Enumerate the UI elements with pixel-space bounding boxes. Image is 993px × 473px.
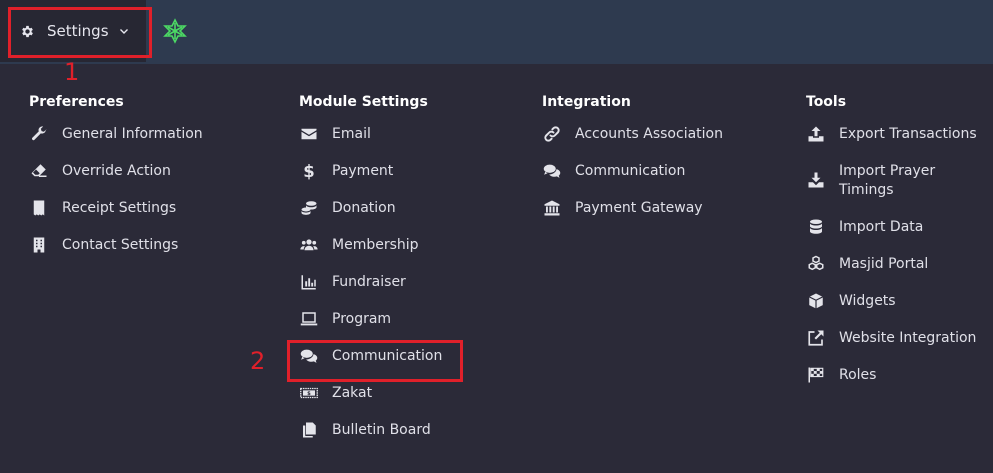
cubes-icon [808, 255, 824, 271]
link-icon [544, 126, 560, 142]
menu-item-website-integration[interactable]: Website Integration [806, 329, 977, 366]
menu-item-label: Membership [332, 237, 419, 253]
menu-item-label: Payment [332, 163, 394, 179]
menu-item-communication[interactable]: Communication [299, 347, 442, 384]
comments-icon [543, 164, 561, 178]
menu-item-masjid-portal[interactable]: Masjid Portal [806, 255, 977, 292]
column-title: Tools [806, 94, 847, 110]
column-title: Integration [542, 94, 631, 110]
bank-icon [544, 200, 560, 216]
column-tools: Tools Export Transactions Import Prayer … [806, 89, 977, 403]
menu-item-fundraiser[interactable]: Fundraiser [299, 273, 442, 310]
building-icon [33, 237, 45, 253]
menu-item-label: Payment Gateway [575, 200, 703, 216]
column-title: Preferences [29, 94, 124, 110]
menu-item-label: Program [332, 311, 392, 327]
money-bill-icon: $ [300, 387, 318, 399]
menu-item-label: Roles [839, 367, 877, 383]
menu-item-receipt-settings[interactable]: Receipt Settings [29, 199, 203, 236]
menu-item-widgets[interactable]: Widgets [806, 292, 977, 329]
menu-item-label: Zakat [332, 385, 373, 401]
settings-label: Settings [47, 22, 109, 40]
coins-icon [301, 201, 317, 215]
menu-item-label: Accounts Association [575, 126, 723, 142]
receipt-icon [33, 200, 45, 216]
chevron-down-icon [119, 29, 128, 34]
menu-item-label: Receipt Settings [62, 200, 177, 216]
settings-dropdown-button[interactable]: Settings [0, 0, 146, 62]
menu-item-integration-communication[interactable]: Communication [542, 162, 723, 199]
menu-item-import-data[interactable]: Import Data [806, 218, 977, 255]
column-module-settings: Module Settings Email $ Payment Donation… [299, 89, 442, 458]
menu-item-label: Import Data [839, 219, 924, 235]
gear-icon [22, 25, 33, 37]
laptop-icon [300, 312, 318, 326]
download-icon [808, 172, 824, 188]
settings-mega-menu: Preferences General Information Override… [0, 64, 993, 473]
menu-item-label: Communication [575, 163, 686, 179]
menu-item-email[interactable]: Email [299, 125, 442, 162]
menu-item-bulletin-board[interactable]: Bulletin Board [299, 421, 442, 458]
comments-icon [300, 349, 318, 363]
menu-item-label: Masjid Portal [839, 256, 929, 272]
menu-item-label: Override Action [62, 163, 171, 179]
top-bar: Settings [0, 0, 993, 64]
menu-item-label: Email [332, 126, 371, 142]
copy-icon [303, 422, 316, 438]
menu-item-label: Import Prayer Timings [839, 163, 936, 198]
star-of-life-icon[interactable] [162, 18, 188, 44]
menu-item-accounts-association[interactable]: Accounts Association [542, 125, 723, 162]
menu-item-label: Donation [332, 200, 396, 216]
menu-item-program[interactable]: Program [299, 310, 442, 347]
menu-item-label: Fundraiser [332, 274, 406, 290]
column-title: Module Settings [299, 94, 428, 110]
users-icon [300, 239, 318, 251]
menu-item-label: General Information [62, 126, 203, 142]
menu-item-export-transactions[interactable]: Export Transactions [806, 125, 977, 162]
menu-item-membership[interactable]: Membership [299, 236, 442, 273]
cube-icon [808, 293, 824, 309]
external-link-icon [808, 330, 824, 346]
menu-item-label: Communication [332, 348, 443, 364]
menu-item-label: Export Transactions [839, 126, 977, 142]
chart-bar-icon [301, 275, 316, 290]
dollar-icon: $ [303, 162, 314, 180]
envelope-icon [301, 128, 317, 140]
menu-item-contact-settings[interactable]: Contact Settings [29, 236, 203, 273]
column-preferences: Preferences General Information Override… [29, 89, 203, 273]
menu-item-label: Bulletin Board [332, 422, 431, 438]
database-icon [810, 219, 822, 234]
menu-item-import-prayer-timings[interactable]: Import Prayer Timings [806, 162, 977, 218]
annotation-number-2: 2 [250, 347, 266, 375]
menu-item-override-action[interactable]: Override Action [29, 162, 203, 199]
upload-icon [808, 126, 824, 142]
svg-text:$: $ [303, 162, 314, 180]
menu-item-zakat[interactable]: $ Zakat [299, 384, 442, 421]
eraser-icon [31, 164, 47, 177]
menu-item-general-information[interactable]: General Information [29, 125, 203, 162]
menu-item-payment[interactable]: $ Payment [299, 162, 442, 199]
menu-item-roles[interactable]: Roles [806, 366, 977, 403]
svg-text:$: $ [307, 391, 311, 397]
flag-checkered-icon [808, 367, 824, 383]
menu-item-label: Contact Settings [62, 237, 179, 253]
wrench-icon [32, 126, 47, 141]
menu-item-payment-gateway[interactable]: Payment Gateway [542, 199, 723, 236]
menu-item-label: Widgets [839, 293, 896, 309]
column-integration: Integration Accounts Association Communi… [542, 89, 723, 236]
menu-item-donation[interactable]: Donation [299, 199, 442, 236]
menu-item-label: Website Integration [839, 330, 977, 346]
